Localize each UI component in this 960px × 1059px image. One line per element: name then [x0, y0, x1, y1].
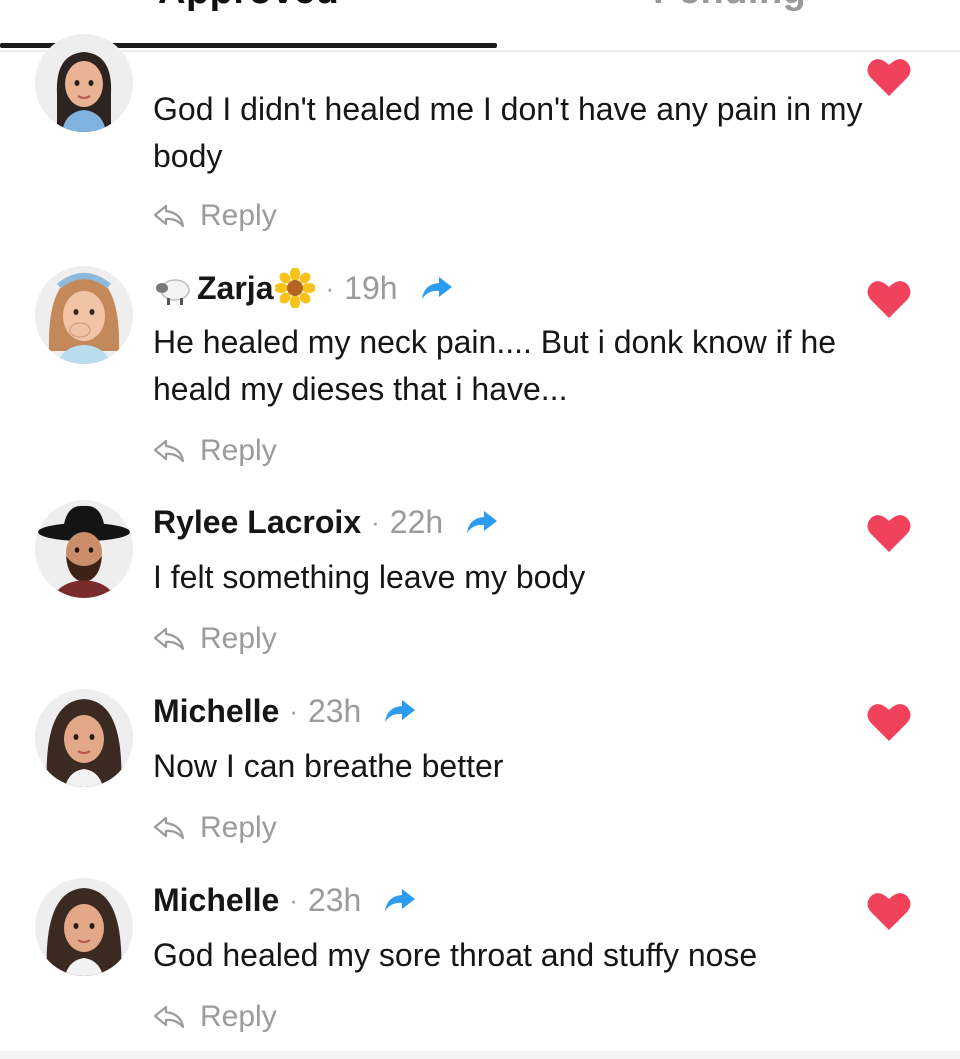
reply-button[interactable]: Reply: [152, 434, 277, 468]
bottom-edge: [0, 1051, 960, 1059]
reply-icon: [153, 1005, 185, 1029]
comment-header: Zarja · 19h: [153, 266, 454, 310]
share-icon[interactable]: [465, 508, 499, 536]
sunflower-emoji: [275, 268, 316, 308]
reply-icon: [153, 627, 185, 651]
comment-text: I felt something leave my body: [153, 559, 586, 595]
share-icon[interactable]: [383, 886, 417, 914]
reply-icon: [153, 204, 185, 228]
heart-icon[interactable]: [866, 278, 912, 320]
comment-time: 23h: [307, 881, 362, 918]
tab-pending[interactable]: Pending: [653, 0, 806, 13]
comment-time: 23h: [307, 692, 362, 729]
author-name[interactable]: Rylee Lacroix: [153, 504, 361, 541]
share-icon[interactable]: [420, 274, 454, 302]
tab-approved[interactable]: Approved: [158, 0, 339, 13]
separator-dot: ·: [325, 272, 335, 303]
separator-dot: ·: [289, 695, 298, 726]
heart-icon[interactable]: [866, 890, 912, 932]
reply-button[interactable]: Reply: [152, 199, 277, 233]
comment-header: Rylee Lacroix · 22h: [153, 500, 499, 544]
reply-label: Reply: [200, 622, 277, 655]
sheep-emoji: [156, 279, 190, 305]
heart-icon[interactable]: [866, 512, 912, 554]
comment-time: 19h: [344, 269, 398, 306]
reply-label: Reply: [200, 1000, 277, 1033]
comment-text: He healed my neck pain.... But i donk kn…: [153, 324, 837, 407]
reply-icon: [153, 439, 185, 463]
woman-long-hair-avatar[interactable]: [35, 689, 133, 787]
separator-dot: ·: [371, 506, 380, 537]
author-name[interactable]: Zarja: [197, 270, 273, 307]
reply-icon: [153, 816, 185, 840]
comment-text: God healed my sore throat and stuffy nos…: [153, 937, 758, 973]
comment-header: Michelle · 23h: [153, 878, 417, 922]
reply-button[interactable]: Reply: [152, 811, 277, 845]
man-cowboy-hat-avatar[interactable]: [35, 500, 133, 598]
reply-label: Reply: [200, 434, 277, 467]
share-icon[interactable]: [383, 697, 417, 725]
comment-text: Now I can breathe better: [153, 748, 504, 784]
separator-dot: ·: [289, 884, 298, 915]
author-name[interactable]: Michelle: [153, 882, 279, 919]
woman-long-hair-avatar[interactable]: [35, 878, 133, 976]
comment-time: 22h: [389, 503, 444, 540]
reply-label: Reply: [200, 811, 277, 844]
comment-header: Michelle · 23h: [153, 689, 417, 733]
tab-bar: Approved Pending: [0, 0, 960, 52]
reply-label: Reply: [200, 199, 277, 232]
author-name[interactable]: Michelle: [153, 693, 279, 730]
woman-blonde-headband-avatar[interactable]: [35, 266, 133, 364]
comment-text: God I didn't healed me I don't have any …: [153, 91, 863, 174]
woman-dark-hair-avatar[interactable]: [35, 34, 133, 132]
reply-button[interactable]: Reply: [152, 622, 277, 656]
heart-icon[interactable]: [866, 701, 912, 743]
reply-button[interactable]: Reply: [152, 1000, 277, 1034]
